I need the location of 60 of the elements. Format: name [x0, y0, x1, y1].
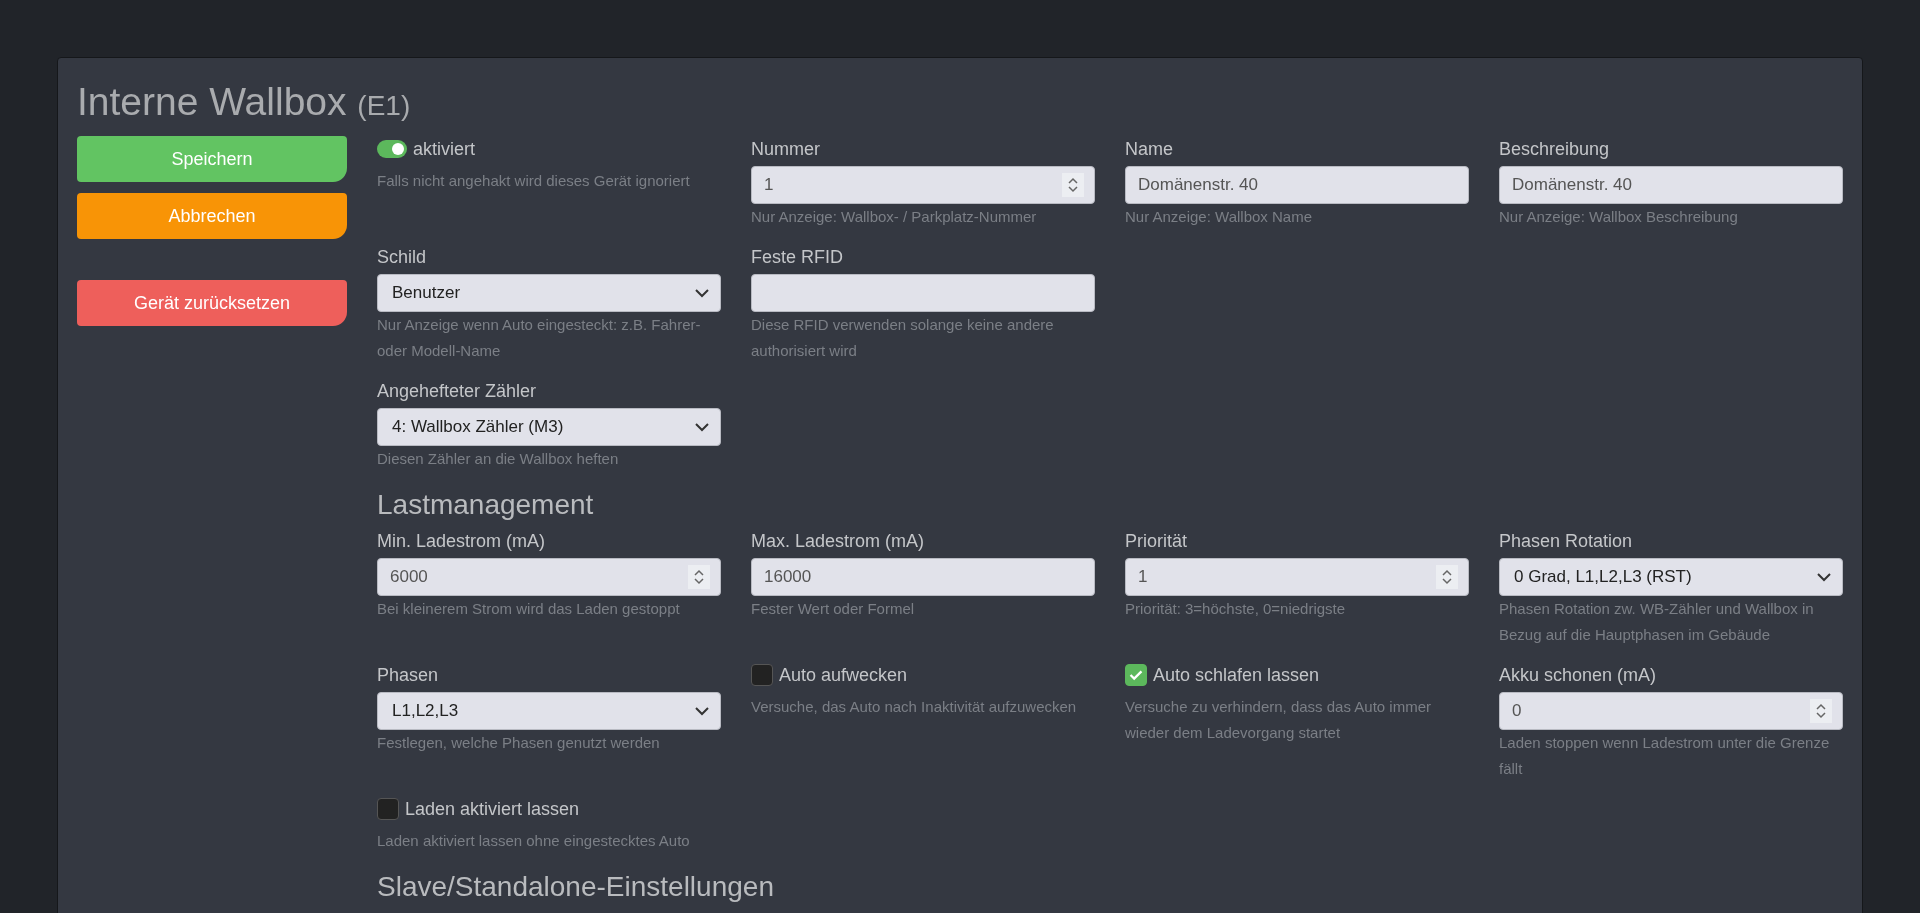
field-label: Name	[1125, 138, 1174, 161]
field-label: Akku schonen (mA)	[1499, 664, 1658, 687]
chevron-down-icon	[1816, 572, 1832, 582]
spinner-icon[interactable]	[1810, 699, 1832, 723]
help-text: Nur Anzeige: Wallbox- / Parkplatz-Nummer	[751, 207, 1038, 227]
field-label: aktiviert	[413, 138, 475, 161]
checkbox[interactable]	[377, 798, 399, 820]
spinner-icon[interactable]	[1436, 565, 1458, 589]
help-text: Festlegen, welche Phasen genutzt werden	[377, 733, 661, 753]
help-text: Laden stoppen wenn Ladestrom unter die Grenze fällt	[1499, 733, 1831, 779]
field-label: Angehefteter Zähler	[377, 380, 538, 403]
help-text: Diesen Zähler an die Wallbox heften	[377, 449, 620, 469]
input-field[interactable]: Domänenstr. 40	[1499, 166, 1843, 204]
dropdown[interactable]: L1,L2,L3	[377, 692, 721, 730]
help-text: Priorität: 3=höchste, 0=niedrigste	[1125, 599, 1347, 619]
field-label: Beschreibung	[1499, 138, 1611, 161]
help-text: Laden aktiviert lassen ohne eingestecktes Auto	[377, 831, 691, 851]
spinner-icon[interactable]	[688, 565, 710, 589]
help-text: Fester Wert oder Formel	[751, 599, 916, 619]
help-text: Phasen Rotation zw. WB-Zähler und Wallbox in Bezug auf die Hauptphasen im Gebäude	[1499, 599, 1815, 645]
field-label: Laden aktiviert lassen	[405, 798, 580, 821]
help-text: Versuche zu verhindern, dass das Auto immer wieder dem Ladevorgang startet	[1125, 697, 1432, 743]
checkbox[interactable]	[751, 664, 773, 686]
reset-button[interactable]: Gerät zurücksetzen	[77, 280, 347, 326]
help-text: Nur Anzeige: Wallbox Beschreibung	[1499, 207, 1739, 227]
section-heading: Lastmanagement	[377, 488, 595, 522]
help-text: Versuche, das Auto nach Inaktivität aufzuwecken	[751, 697, 1078, 717]
help-text: Falls nicht angehakt wird dieses Gerät ignoriert	[377, 171, 691, 191]
input-field[interactable]: 1	[751, 166, 1095, 204]
input-field[interactable]: 1	[1125, 558, 1469, 596]
input-field[interactable]: 6000	[377, 558, 721, 596]
chevron-down-icon	[694, 422, 710, 432]
spinner-icon[interactable]	[1062, 173, 1084, 197]
checkbox[interactable]	[1125, 664, 1147, 686]
chevron-down-icon	[694, 288, 710, 298]
input-field[interactable]: 0	[1499, 692, 1843, 730]
field-label: Auto schlafen lassen	[1153, 664, 1320, 687]
help-text: Diese RFID verwenden solange keine andere authorisiert wird	[751, 315, 1055, 361]
chevron-down-icon	[694, 706, 710, 716]
field-label: Phasen Rotation	[1499, 530, 1634, 553]
field-label: Min. Ladestrom (mA)	[377, 530, 547, 553]
field-label: Priorität	[1125, 530, 1188, 553]
field-label: Feste RFID	[751, 246, 844, 269]
field-label: Nummer	[751, 138, 821, 161]
help-text: Nur Anzeige: Wallbox Name	[1125, 207, 1314, 227]
input-field[interactable]: 16000	[751, 558, 1095, 596]
dropdown[interactable]: 0 Grad, L1,L2,L3 (RST)	[1499, 558, 1843, 596]
section-heading: Slave/Standalone-Einstellungen	[377, 870, 775, 904]
toggle-switch[interactable]	[377, 140, 407, 158]
field-label: Max. Ladestrom (mA)	[751, 530, 926, 553]
help-text: Bei kleinerem Strom wird das Laden gestoppt	[377, 599, 681, 619]
help-text: Nur Anzeige wenn Auto eingesteckt: z.B. Fahrer- oder Modell-Name	[377, 315, 702, 361]
page-title: Interne Wallbox (E1)	[77, 79, 412, 125]
field-label: Auto aufwecken	[779, 664, 908, 687]
dropdown[interactable]: 4: Wallbox Zähler (M3)	[377, 408, 721, 446]
field-label: Phasen	[377, 664, 440, 687]
dropdown[interactable]: Benutzer	[377, 274, 721, 312]
input-field[interactable]	[751, 274, 1095, 312]
field-label: Schild	[377, 246, 428, 269]
input-field[interactable]: Domänenstr. 40	[1125, 166, 1469, 204]
